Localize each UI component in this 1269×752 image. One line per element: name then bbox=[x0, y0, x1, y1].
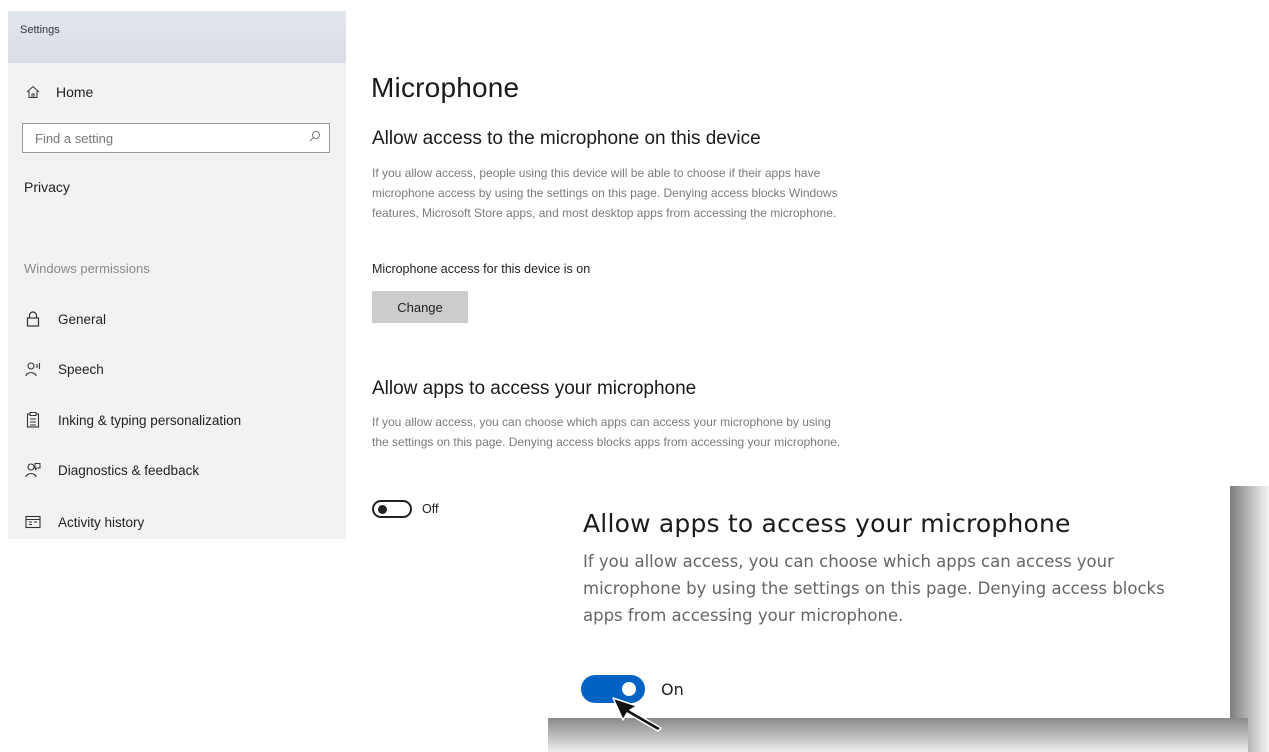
sidebar-item-label: Activity history bbox=[58, 514, 145, 530]
sidebar-item-inking[interactable]: Inking & typing personalization bbox=[8, 405, 346, 435]
callout-shadow bbox=[1228, 486, 1269, 752]
window-title: Settings bbox=[20, 24, 60, 36]
sidebar-item-label: Inking & typing personalization bbox=[58, 412, 242, 428]
sidebar-item-label: Home bbox=[56, 84, 94, 100]
apps-access-heading: Allow apps to access your microphone bbox=[372, 378, 697, 399]
toggle-knob bbox=[378, 505, 387, 514]
callout-heading: Allow apps to access your microphone bbox=[583, 509, 1071, 538]
search-box[interactable] bbox=[22, 123, 330, 153]
device-access-status: Microphone access for this device is on bbox=[372, 262, 591, 276]
sidebar-item-label: General bbox=[58, 311, 107, 327]
device-access-description: If you allow access, people using this d… bbox=[372, 166, 838, 220]
activity-history-icon bbox=[24, 515, 42, 529]
window-titlebar: Settings bbox=[8, 11, 346, 63]
diagnostics-icon bbox=[24, 462, 42, 478]
mouse-cursor-icon bbox=[611, 694, 663, 737]
apps-access-description: If you allow access, you can choose whic… bbox=[372, 415, 841, 449]
toggle-state-label: On bbox=[661, 679, 684, 699]
sidebar-item-home[interactable]: Home bbox=[8, 79, 346, 105]
change-button[interactable]: Change bbox=[372, 291, 468, 323]
sidebar-item-general[interactable]: General bbox=[8, 304, 346, 334]
device-access-heading: Allow access to the microphone on this d… bbox=[372, 128, 761, 149]
category-heading: Privacy bbox=[24, 179, 70, 195]
toggle-track[interactable] bbox=[372, 500, 412, 518]
sidebar-item-diagnostics[interactable]: Diagnostics & feedback bbox=[8, 455, 346, 485]
lock-icon bbox=[24, 311, 42, 327]
toggle-state-label: Off bbox=[422, 502, 439, 516]
sidebar-item-label: Speech bbox=[58, 361, 104, 377]
sidebar-item-activity-history[interactable]: Activity history bbox=[8, 507, 346, 537]
sidebar: Settings Home Privacy Windows permission… bbox=[8, 11, 346, 539]
sidebar-item-label: Diagnostics & feedback bbox=[58, 462, 200, 478]
zoomed-callout: Allow apps to access your microphone If … bbox=[555, 485, 1230, 718]
page-title: Microphone bbox=[371, 72, 520, 103]
section-label: Windows permissions bbox=[24, 261, 150, 276]
callout-description: If you allow access, you can choose whic… bbox=[583, 552, 1165, 625]
sidebar-item-speech[interactable]: Speech bbox=[8, 354, 346, 384]
search-icon[interactable] bbox=[309, 129, 321, 147]
search-input[interactable] bbox=[33, 129, 277, 147]
home-icon bbox=[26, 85, 42, 99]
inking-icon bbox=[24, 412, 42, 428]
speech-icon bbox=[24, 361, 42, 377]
apps-access-toggle[interactable]: Off bbox=[372, 500, 438, 518]
